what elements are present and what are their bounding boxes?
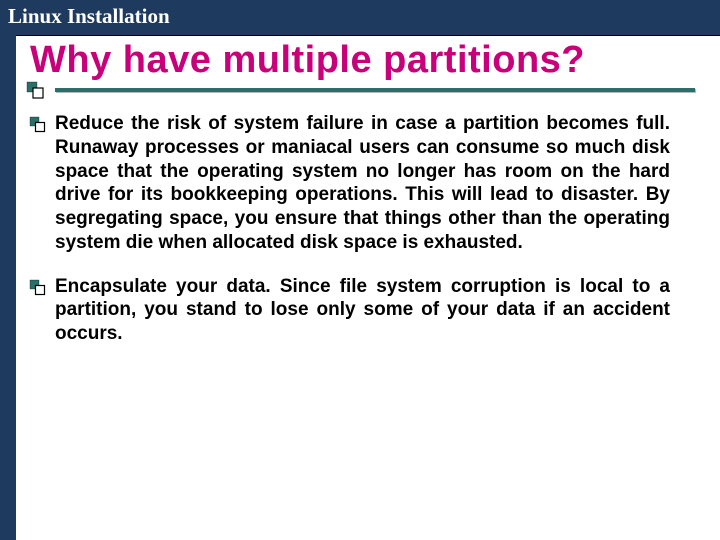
bullet-list: Reduce the risk of system failure in cas…	[0, 92, 720, 346]
bullet-text: Reduce the risk of system failure in cas…	[55, 112, 670, 255]
slide-title: Why have multiple partitions?	[30, 35, 720, 82]
square-bullet-icon	[25, 80, 45, 100]
header-bar: Linux Installation	[0, 0, 720, 36]
title-underline-region	[0, 88, 720, 92]
title-underline	[55, 88, 695, 92]
header-title: Linux Installation	[8, 4, 170, 28]
title-region: Why have multiple partitions?	[0, 35, 720, 82]
list-item: Encapsulate your data. Since file system…	[55, 275, 670, 346]
list-item: Reduce the risk of system failure in cas…	[55, 112, 670, 255]
slide-content: Why have multiple partitions? Reduce the…	[0, 35, 720, 366]
bullet-text: Encapsulate your data. Since file system…	[55, 275, 670, 346]
square-bullet-icon	[29, 116, 47, 134]
square-bullet-icon	[29, 279, 47, 297]
